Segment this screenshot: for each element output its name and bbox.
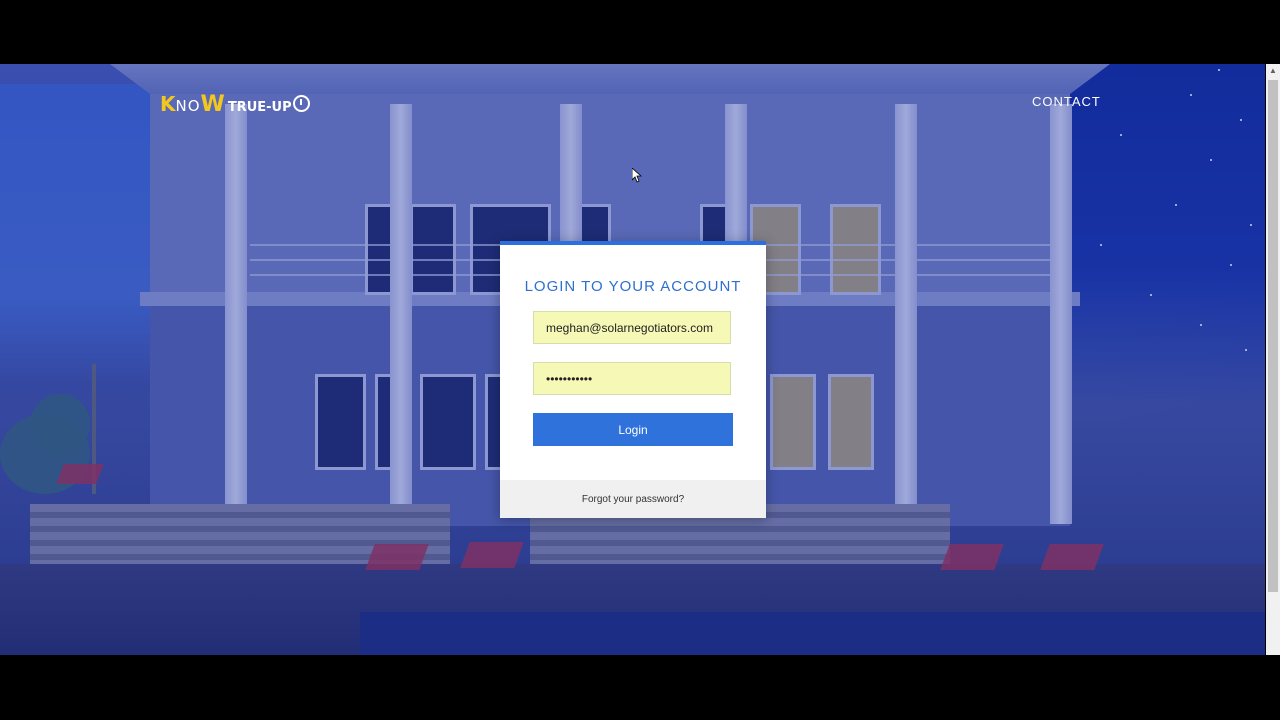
- forgot-password-link[interactable]: Forgot your password?: [500, 494, 766, 505]
- logo-letter-k: K: [160, 92, 176, 116]
- vertical-scrollbar[interactable]: ▲: [1266, 64, 1280, 655]
- password-field[interactable]: [533, 362, 731, 395]
- logo-letters-no: NO: [175, 97, 201, 115]
- login-title: LOGIN TO YOUR ACCOUNT: [524, 278, 742, 295]
- nav-contact-link[interactable]: CONTACT: [1032, 94, 1101, 109]
- logo-letter-w: W: [200, 92, 225, 117]
- mouse-cursor-icon: [632, 168, 642, 183]
- scroll-thumb[interactable]: [1268, 80, 1278, 592]
- site-logo[interactable]: K NO W TRUE-UP: [160, 92, 310, 117]
- login-card: LOGIN TO YOUR ACCOUNT Login Forgot your …: [500, 241, 766, 518]
- email-field[interactable]: [533, 311, 731, 344]
- scroll-up-arrow-icon[interactable]: ▲: [1266, 64, 1280, 78]
- logo-true-up: TRUE-UP: [227, 100, 292, 115]
- letterbox-bottom: [0, 655, 1280, 720]
- logo-power-icon: [292, 95, 310, 112]
- letterbox-top: [0, 0, 1280, 64]
- card-accent-bar: [500, 241, 766, 245]
- login-button[interactable]: Login: [533, 413, 733, 446]
